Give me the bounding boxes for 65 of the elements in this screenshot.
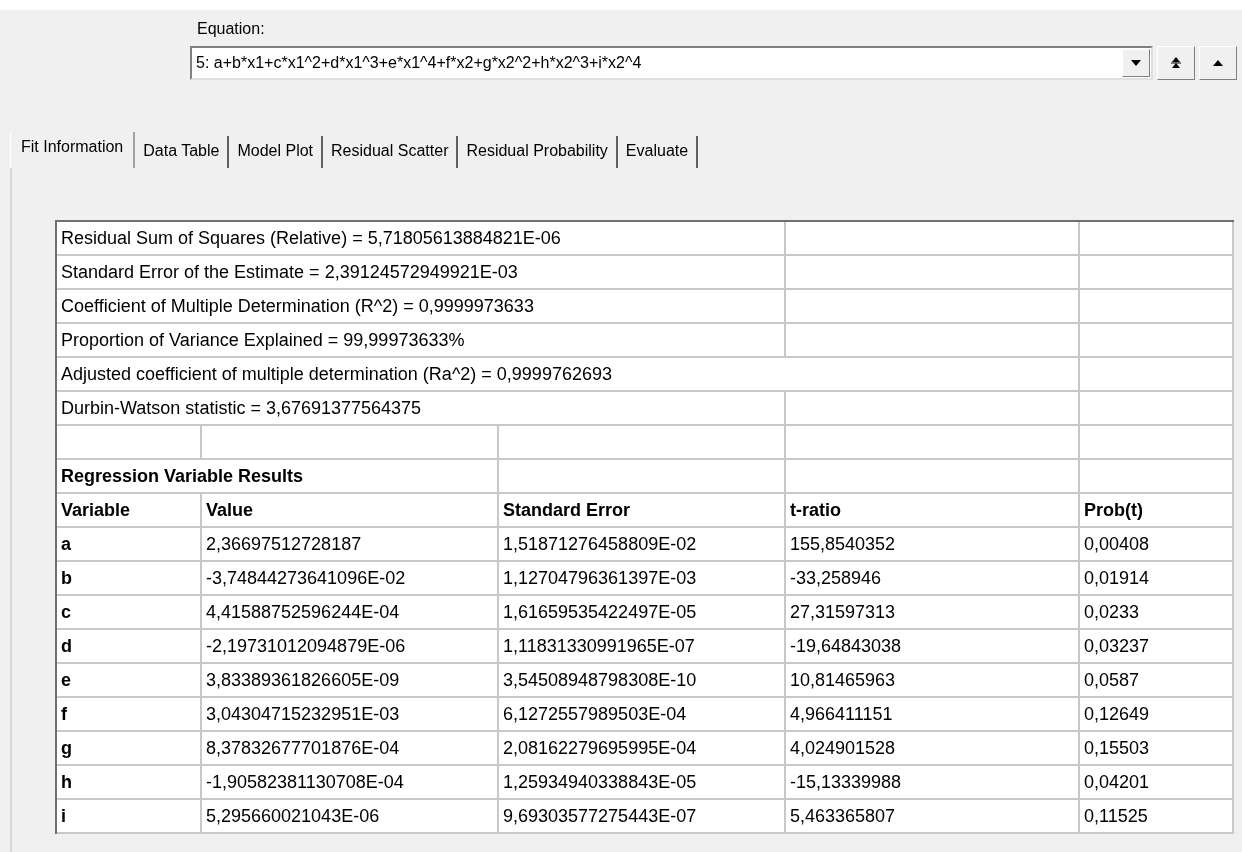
statistic-text: Durbin-Watson statistic = 3,67691377564375: [57, 392, 786, 426]
equation-dropdown[interactable]: 5: a+b*x1+c*x1^2+d*x1^3+e*x1^4+f*x2+g*x2^2+h*x2^3+i*x2^4: [190, 46, 1153, 80]
variable-name: g: [57, 732, 202, 766]
table-cell: 3,04304715232951E-03: [202, 698, 499, 732]
table-cell: 10,81465963: [786, 664, 1080, 698]
table-cell: 5,295660021043E-06: [202, 800, 499, 834]
variable-name: e: [57, 664, 202, 698]
table-cell: 1,11831330991965E-07: [499, 630, 786, 664]
variable-name: f: [57, 698, 202, 732]
variable-name: c: [57, 596, 202, 630]
variable-name: i: [57, 800, 202, 834]
table-cell: 0,0233: [1080, 596, 1234, 630]
table-cell: 6,1272557989503E-04: [499, 698, 786, 732]
column-header: Value: [202, 494, 499, 528]
table-cell: 1,51871276458809E-02: [499, 528, 786, 562]
dropdown-button[interactable]: [1122, 49, 1150, 77]
table-cell: 0,12649: [1080, 698, 1234, 732]
column-header: Prob(t): [1080, 494, 1234, 528]
table-cell: 0,04201: [1080, 766, 1234, 800]
table-cell: 3,83389361826605E-09: [202, 664, 499, 698]
table-cell: 2,36697512728187: [202, 528, 499, 562]
move-top-button[interactable]: [1157, 46, 1195, 80]
double-up-icon: [1170, 57, 1182, 69]
table-cell: 4,966411151: [786, 698, 1080, 732]
column-header: Standard Error: [499, 494, 786, 528]
equation-value: 5: a+b*x1+c*x1^2+d*x1^3+e*x1^4+f*x2+g*x2^2+h*x2^3+i*x2^4: [195, 54, 643, 72]
table-cell: 0,00408: [1080, 528, 1234, 562]
table-cell: 9,69303577275443E-07: [499, 800, 786, 834]
table-cell: 4,41588752596244E-04: [202, 596, 499, 630]
table-cell: -19,64843038: [786, 630, 1080, 664]
table-cell: 8,37832677701876E-04: [202, 732, 499, 766]
variable-name: h: [57, 766, 202, 800]
variable-name: d: [57, 630, 202, 664]
statistic-text: Standard Error of the Estimate = 2,39124572949921E-03: [57, 256, 786, 290]
table-cell: 0,15503: [1080, 732, 1234, 766]
table-cell: 0,0587: [1080, 664, 1234, 698]
column-header: Variable: [57, 494, 202, 528]
tab[interactable]: Fit Information: [10, 132, 136, 168]
statistic-text: Proportion of Variance Explained = 99,99973633%: [57, 324, 786, 358]
table-cell: 0,03237: [1080, 630, 1234, 664]
table-cell: -15,13339988: [786, 766, 1080, 800]
table-cell: -3,74844273641096E-02: [202, 562, 499, 596]
equation-label: Equation:: [196, 20, 266, 38]
statistic-text: Residual Sum of Squares (Relative) = 5,71805613884821E-06: [57, 222, 786, 256]
table-cell: 1,61659535422497E-05: [499, 596, 786, 630]
section-title: Regression Variable Results: [57, 460, 499, 494]
table-cell: 1,12704796361397E-03: [499, 562, 786, 596]
table-cell: -2,19731012094879E-06: [202, 630, 499, 664]
table-cell: 1,25934940338843E-05: [499, 766, 786, 800]
move-up-button[interactable]: [1199, 46, 1237, 80]
table-cell: 155,8540352: [786, 528, 1080, 562]
table-cell: 5,463365807: [786, 800, 1080, 834]
statistic-text: Coefficient of Multiple Determination (R^2) = 0,9999973633: [57, 290, 786, 324]
variable-name: b: [57, 562, 202, 596]
table-cell: 0,01914: [1080, 562, 1234, 596]
table-cell: 0,11525: [1080, 800, 1234, 834]
variable-name: a: [57, 528, 202, 562]
table-cell: 27,31597313: [786, 596, 1080, 630]
table-cell: 4,024901528: [786, 732, 1080, 766]
table-cell: 3,54508948798308E-10: [499, 664, 786, 698]
statistic-text: Adjusted coefficient of multiple determination (Ra^2) = 0,9999762693: [57, 358, 1080, 392]
table-cell: -33,258946: [786, 562, 1080, 596]
table-cell: 2,08162279695995E-04: [499, 732, 786, 766]
column-header: t-ratio: [786, 494, 1080, 528]
table-cell: -1,90582381130708E-04: [202, 766, 499, 800]
